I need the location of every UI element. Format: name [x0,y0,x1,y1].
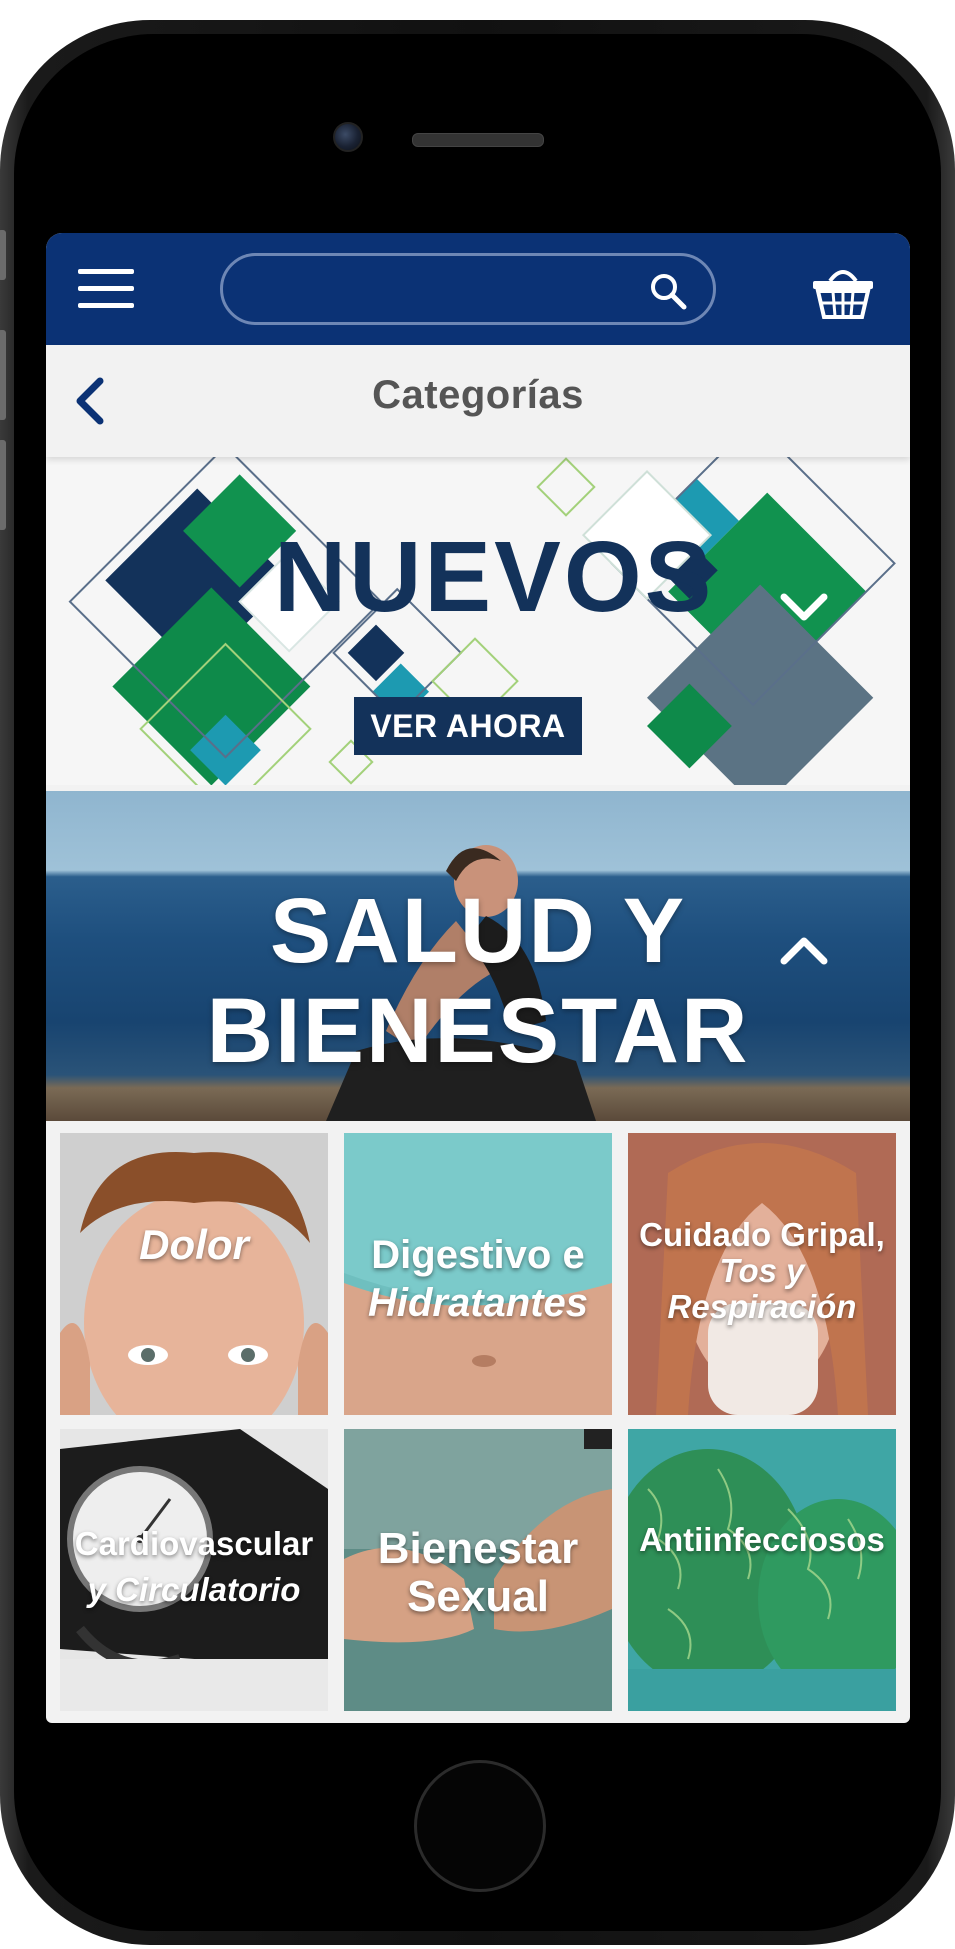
title-bar: Categorías [46,345,910,457]
category-banner-salud-bienestar[interactable]: SALUD Y BIENESTAR [46,791,910,1121]
home-button[interactable] [414,1760,546,1892]
chevron-up-icon[interactable] [778,931,830,971]
volume-down-button [0,440,6,530]
promo-title: NUEVOS [274,521,715,633]
front-camera [333,122,363,152]
basket-icon[interactable] [810,261,876,321]
promo-banner-nuevos[interactable]: NUEVOS VER AHORA [46,457,910,785]
category-banner-title-line2: BIENESTAR [206,980,750,1082]
category-tile-antiinfecciosos[interactable]: Antiinfecciosos [628,1429,896,1711]
category-label-cardiovascular: Cardiovascular y Circulatorio [74,1525,314,1608]
search-bar[interactable] [220,253,716,325]
category-banner-title: SALUD Y BIENESTAR [46,881,910,1081]
category-label-cuidado-gripal: Cuidado Gripal, Tos y Respiración [639,1216,885,1325]
menu-icon[interactable] [78,269,134,309]
category-label-dolor: Dolor [139,1221,249,1268]
category-tile-cardiovascular[interactable]: Cardiovascular y Circulatorio [60,1429,328,1711]
promo-cta-button[interactable]: VER AHORA [354,697,582,755]
category-tile-dolor[interactable]: Dolor [60,1133,328,1415]
category-label-bienestar-sexual: Bienestar Sexual [377,1524,579,1621]
category-image-dolor [60,1133,328,1415]
category-label-digestivo: Digestivo e Hidratantes [367,1233,589,1325]
category-tile-digestivo[interactable]: Digestivo e Hidratantes [344,1133,612,1415]
search-input[interactable] [251,270,635,312]
category-tile-bienestar-sexual[interactable]: Bienestar Sexual [344,1429,612,1711]
chevron-down-icon[interactable] [778,587,830,627]
search-icon[interactable] [647,270,689,312]
category-label-antiinfecciosos: Antiinfecciosos [639,1521,885,1558]
volume-up-button [0,330,6,420]
top-bar [46,233,910,345]
category-tile-cuidado-gripal[interactable]: Cuidado Gripal, Tos y Respiración [628,1133,896,1415]
page-title: Categorías [372,373,584,417]
app-screen: Categorías NUEVOS VER AHORA SALUD Y BIEN… [46,233,910,1723]
category-image-antiinfecciosos [628,1429,896,1711]
mute-switch [0,230,6,280]
earpiece-speaker [412,133,544,147]
